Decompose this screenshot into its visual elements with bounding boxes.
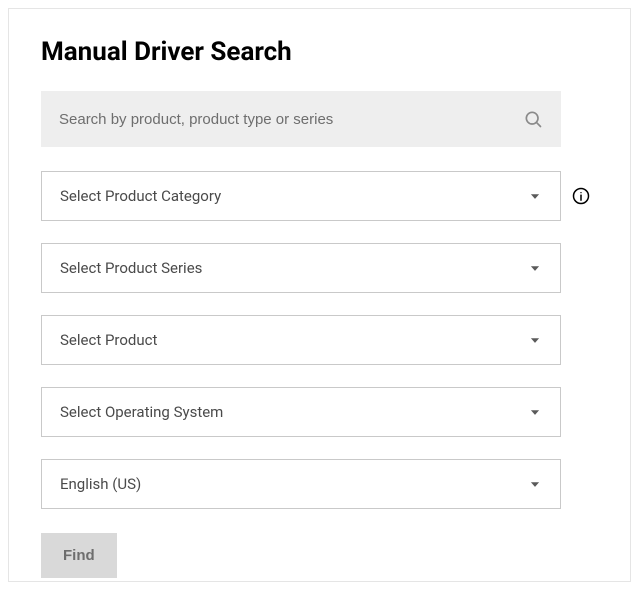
find-button[interactable]: Find xyxy=(41,533,117,578)
driver-search-card: Manual Driver Search Select Product Cate… xyxy=(8,8,631,582)
select-row-product: Select Product xyxy=(41,315,598,365)
search-wrap xyxy=(41,91,561,147)
chevron-down-icon xyxy=(528,189,542,203)
select-operating-system[interactable]: Select Operating System xyxy=(41,387,561,437)
select-label: Select Product Series xyxy=(60,259,202,277)
info-icon[interactable] xyxy=(571,186,591,206)
select-label: English (US) xyxy=(60,475,141,493)
chevron-down-icon xyxy=(528,405,542,419)
chevron-down-icon xyxy=(528,333,542,347)
select-label: Select Product xyxy=(60,331,157,349)
select-label: Select Product Category xyxy=(60,187,221,205)
search-icon[interactable] xyxy=(523,109,543,129)
select-row-product-category: Select Product Category xyxy=(41,171,598,221)
page-title: Manual Driver Search xyxy=(41,37,598,67)
select-product[interactable]: Select Product xyxy=(41,315,561,365)
chevron-down-icon xyxy=(528,477,542,491)
select-row-operating-system: Select Operating System xyxy=(41,387,598,437)
select-row-product-series: Select Product Series xyxy=(41,243,598,293)
select-language[interactable]: English (US) xyxy=(41,459,561,509)
select-product-category[interactable]: Select Product Category xyxy=(41,171,561,221)
select-row-language: English (US) xyxy=(41,459,598,509)
search-input[interactable] xyxy=(59,111,523,128)
select-product-series[interactable]: Select Product Series xyxy=(41,243,561,293)
select-label: Select Operating System xyxy=(60,403,223,421)
chevron-down-icon xyxy=(528,261,542,275)
